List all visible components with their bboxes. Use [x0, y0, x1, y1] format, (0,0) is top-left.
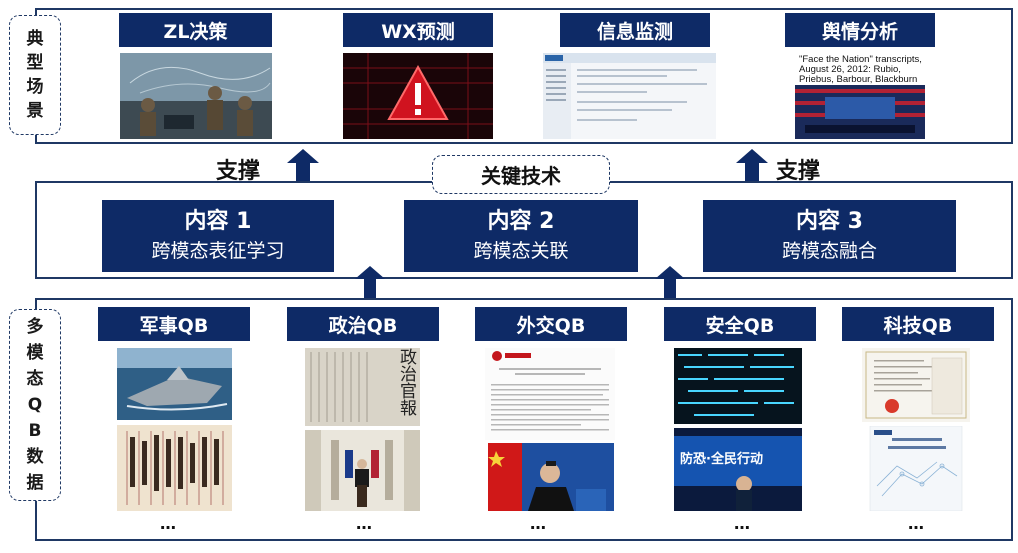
content-3-title: 内容 3 [796, 209, 863, 234]
category-title-military: 军事QB [98, 307, 250, 341]
spokesperson-image [488, 443, 614, 511]
diplomacy-more: … [530, 514, 548, 533]
newspaper-title-text: 政治官報 [396, 348, 416, 416]
warning-alert-image [343, 53, 493, 139]
military-more: … [160, 514, 178, 533]
scenario-title-opinion: 舆情分析 [785, 13, 935, 47]
politics-more: … [356, 514, 374, 533]
content-box-1: 内容 1 跨模态表征学习 [102, 200, 334, 272]
email-monitor-image [543, 53, 716, 139]
content-2-title: 内容 2 [487, 209, 555, 234]
anti-terror-campaign-image: 防恐·全民行动 [674, 428, 802, 511]
politics-newspaper-image: 政治官報 [305, 348, 420, 426]
category-title-diplomacy: 外交QB [475, 307, 627, 341]
up-arrow-bottom-left [355, 266, 385, 298]
face-the-nation-image: "Face the Nation" transcripts, August 26… [795, 53, 925, 139]
scenario-title-wx: WX预测 [343, 13, 493, 47]
cyber-data-image [674, 348, 802, 424]
category-title-technology: 科技QB [842, 307, 994, 341]
typical-scenarios-label: 典 型 场 景 [9, 15, 61, 135]
military-document-image [117, 425, 232, 511]
content-box-3: 内容 3 跨模态融合 [703, 200, 956, 272]
security-banner-text: 防恐·全民行动 [680, 452, 763, 467]
category-title-politics: 政治QB [287, 307, 439, 341]
content-1-title: 内容 1 [184, 209, 252, 234]
content-3-subtitle: 跨模态融合 [781, 240, 877, 262]
scenario-title-zl: ZL决策 [119, 13, 272, 47]
up-arrow-left [287, 149, 319, 181]
content-box-2: 内容 2 跨模态关联 [404, 200, 638, 272]
multimodal-data-label: 多 模 态 Q B 数 据 [9, 309, 61, 501]
key-tech-label-cover: 关键技术 [432, 155, 610, 194]
content-2-subtitle: 跨模态关联 [473, 240, 569, 262]
tech-whitepaper-image [862, 426, 970, 511]
category-title-security: 安全QB [664, 307, 816, 341]
up-arrow-bottom-right [655, 266, 685, 298]
up-arrow-right [736, 149, 768, 181]
scenario-title-monitor: 信息监测 [560, 13, 710, 47]
content-1-subtitle: 跨模态表征学习 [151, 240, 285, 262]
transcript-caption: "Face the Nation" transcripts, August 26… [799, 54, 922, 85]
command-center-image [120, 53, 272, 139]
warship-image [117, 348, 232, 420]
patent-certificate-image [862, 348, 970, 422]
press-conference-image [305, 430, 420, 511]
diplomacy-webpage-image [485, 348, 615, 440]
technology-more: … [908, 514, 926, 533]
security-more: … [734, 514, 752, 533]
